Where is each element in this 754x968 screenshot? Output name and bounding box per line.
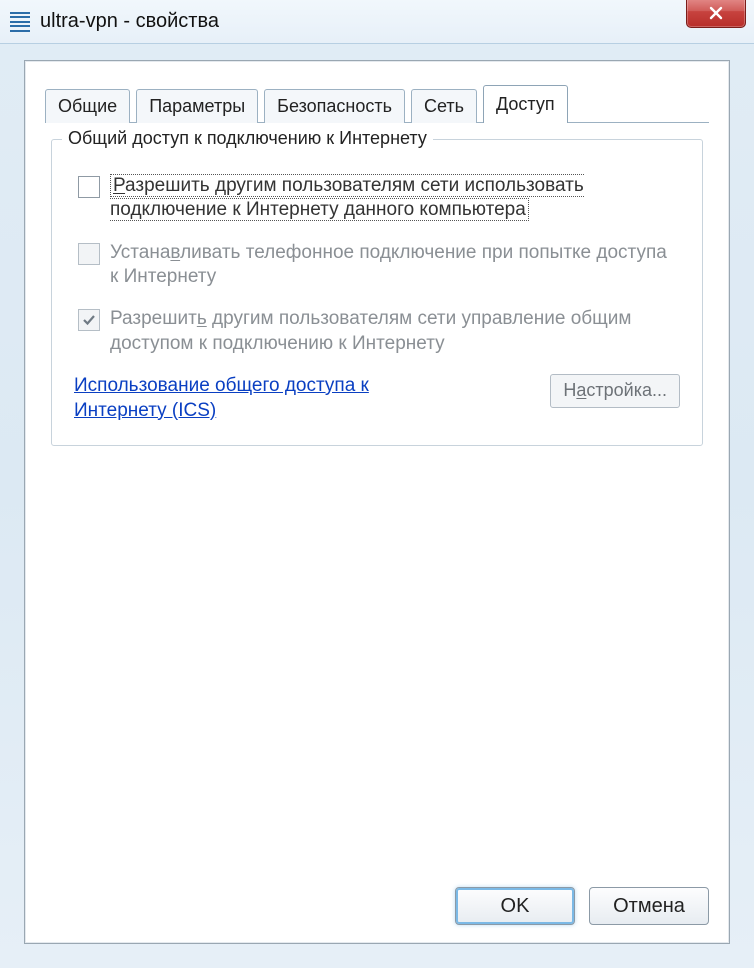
dialog-body: Общие Параметры Безопасность Сеть Доступ… [24, 60, 730, 944]
groupbox-ics: Общий доступ к подключению к Интернету Р… [51, 139, 703, 446]
opt-allow-sharing-label: Разрешить другим пользователям сети испо… [110, 174, 680, 223]
dialog-buttons: OK Отмена [455, 887, 709, 925]
tab-sharing[interactable]: Доступ [483, 85, 568, 123]
tab-strip: Общие Параметры Безопасность Сеть Доступ [45, 85, 709, 123]
checkbox-allow-sharing[interactable] [78, 176, 100, 198]
tab-network[interactable]: Сеть [411, 89, 477, 123]
groupbox-legend: Общий доступ к подключению к Интернету [62, 128, 433, 149]
opt-allow-sharing[interactable]: Разрешить другим пользователям сети испо… [74, 174, 680, 223]
opt-allow-control-label: Разрешить другим пользователям сети упра… [110, 307, 680, 356]
tab-options[interactable]: Параметры [136, 89, 258, 123]
checkbox-allow-control [78, 309, 100, 331]
opt-dial-on-demand-label: Устанавливать телефонное подключение при… [110, 241, 680, 290]
cancel-button[interactable]: Отмена [589, 887, 709, 925]
opt-dial-on-demand: Устанавливать телефонное подключение при… [74, 241, 680, 290]
link-row: Использование общего доступа к Интернету… [74, 374, 680, 423]
tab-general[interactable]: Общие [45, 89, 130, 123]
checkbox-dial-on-demand [78, 243, 100, 265]
settings-button: Настройка... [550, 374, 680, 408]
ics-help-link[interactable]: Использование общего доступа к Интернету… [74, 374, 454, 423]
window-title: ultra-vpn - свойства [40, 10, 219, 33]
check-icon [82, 313, 96, 327]
app-icon [10, 12, 30, 32]
tab-security[interactable]: Безопасность [264, 89, 405, 123]
tab-page-sharing: Общий доступ к подключению к Интернету Р… [45, 123, 709, 923]
close-icon [708, 5, 724, 21]
ok-button[interactable]: OK [455, 887, 575, 925]
opt-allow-control: Разрешить другим пользователям сети упра… [74, 307, 680, 356]
titlebar: ultra-vpn - свойства [0, 0, 754, 44]
close-button[interactable] [686, 0, 746, 28]
